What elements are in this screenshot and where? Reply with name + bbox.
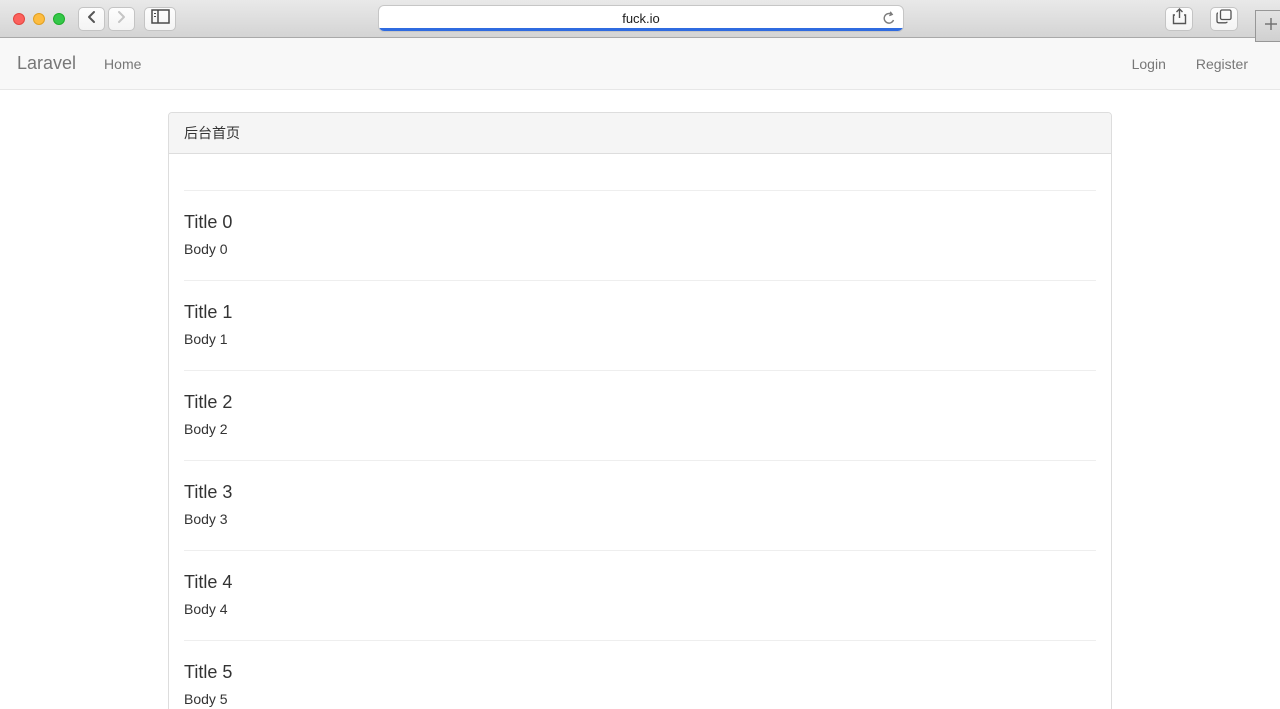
post-divider bbox=[184, 460, 1096, 461]
navbar-right: Login Register bbox=[1117, 56, 1263, 72]
share-button[interactable] bbox=[1165, 7, 1193, 31]
sidebar-icon bbox=[150, 9, 170, 29]
forward-button[interactable] bbox=[108, 7, 135, 31]
panel-heading: 后台首页 bbox=[169, 113, 1111, 154]
post-item: Title 0 Body 0 bbox=[184, 190, 1096, 258]
post-item: Title 2 Body 2 bbox=[184, 370, 1096, 438]
nav-link-login[interactable]: Login bbox=[1117, 56, 1181, 72]
post-item: Title 5 Body 5 bbox=[184, 640, 1096, 708]
admin-panel: 后台首页 Title 0 Body 0 Title 1 Body 1 Title… bbox=[168, 112, 1112, 709]
nav-link-home[interactable]: Home bbox=[104, 56, 156, 72]
post-body: Body 2 bbox=[184, 421, 228, 437]
post-body: Body 3 bbox=[184, 511, 228, 527]
post-body: Body 5 bbox=[184, 691, 228, 707]
post-body: Body 1 bbox=[184, 331, 228, 347]
post-divider bbox=[184, 190, 1096, 191]
post-title: Title 1 bbox=[184, 302, 233, 322]
post-body: Body 4 bbox=[184, 601, 228, 617]
nav-link-register[interactable]: Register bbox=[1181, 56, 1263, 72]
window-controls bbox=[13, 13, 65, 25]
zoom-window-button[interactable] bbox=[53, 13, 65, 25]
post-divider bbox=[184, 280, 1096, 281]
site-navbar: Laravel Home Login Register bbox=[0, 38, 1280, 90]
page-load-progress-bar bbox=[379, 28, 903, 31]
back-icon bbox=[86, 10, 97, 29]
forward-icon bbox=[116, 10, 127, 29]
browser-toolbar: fuck.io bbox=[0, 0, 1280, 42]
post-title: Title 5 bbox=[184, 662, 233, 682]
post-divider bbox=[184, 370, 1096, 371]
post-title: Title 2 bbox=[184, 392, 233, 412]
navbar-brand[interactable]: Laravel bbox=[17, 53, 76, 74]
post-divider bbox=[184, 640, 1096, 641]
minimize-window-button[interactable] bbox=[33, 13, 45, 25]
address-text: fuck.io bbox=[622, 11, 660, 26]
post-title: Title 3 bbox=[184, 482, 233, 502]
new-tab-button[interactable] bbox=[1255, 10, 1280, 42]
post-title: Title 0 bbox=[184, 212, 233, 232]
post-item: Title 4 Body 4 bbox=[184, 550, 1096, 618]
close-window-button[interactable] bbox=[13, 13, 25, 25]
post-item: Title 1 Body 1 bbox=[184, 280, 1096, 348]
posts-list: Title 0 Body 0 Title 1 Body 1 Title 2 Bo… bbox=[169, 154, 1111, 709]
post-divider bbox=[184, 550, 1096, 551]
post-item: Title 3 Body 3 bbox=[184, 460, 1096, 528]
post-body: Body 0 bbox=[184, 241, 228, 257]
plus-icon bbox=[1264, 17, 1278, 36]
tab-overview-icon bbox=[1216, 9, 1232, 29]
share-icon bbox=[1172, 8, 1187, 30]
back-button[interactable] bbox=[78, 7, 105, 31]
tab-overview-button[interactable] bbox=[1210, 7, 1238, 31]
address-bar[interactable]: fuck.io bbox=[378, 5, 904, 32]
sidebar-button[interactable] bbox=[144, 7, 176, 31]
post-title: Title 4 bbox=[184, 572, 233, 592]
